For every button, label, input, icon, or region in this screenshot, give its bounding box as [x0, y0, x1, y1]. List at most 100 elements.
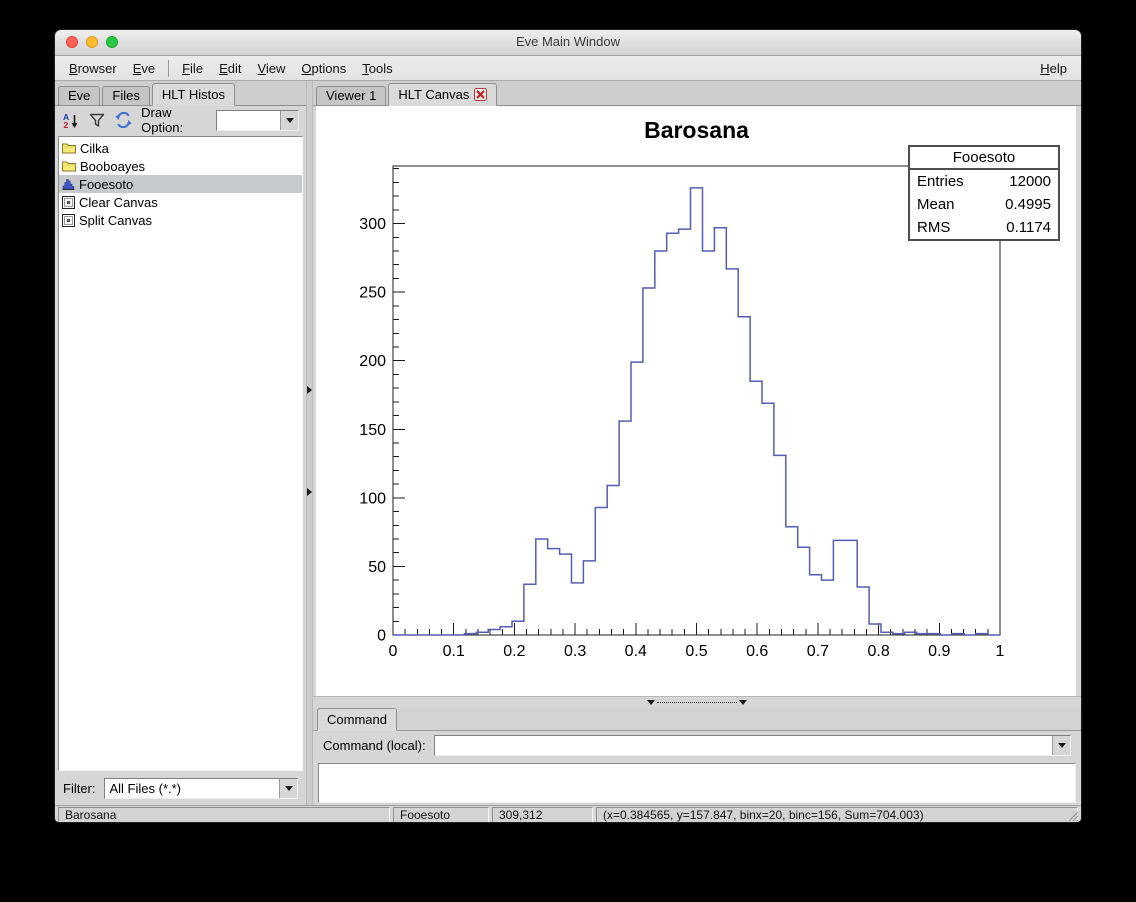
- traffic-lights: [66, 36, 118, 48]
- stats-label: Entries: [917, 170, 964, 193]
- filter-button[interactable]: [88, 110, 105, 130]
- app-window: Eve Main Window Browser Eve File Edit Vi…: [55, 30, 1081, 822]
- close-window-button[interactable]: [66, 36, 78, 48]
- y-axis-ticks: [393, 169, 405, 635]
- browser-toolbar: A 2: [55, 106, 306, 134]
- horizontal-splitter-handle[interactable]: [647, 700, 747, 706]
- draw-option-label: Draw Option:: [141, 105, 207, 135]
- menu-file[interactable]: File: [174, 61, 211, 76]
- command-history-dropdown-button[interactable]: [1052, 736, 1070, 755]
- funnel-icon: [89, 113, 105, 128]
- splitter-dotted-line: [657, 702, 737, 703]
- chart-title: Barosana: [393, 117, 1000, 144]
- menu-tools[interactable]: Tools: [354, 61, 400, 76]
- tab-files[interactable]: Files: [102, 86, 149, 105]
- close-tab-icon[interactable]: [474, 88, 487, 101]
- tree-item-cilka[interactable]: Cilka: [59, 139, 302, 157]
- viewer-panel: Viewer 1 HLT Canvas 00.10.20.30.40.50.60…: [313, 81, 1081, 805]
- stats-value: 0.1174: [1006, 216, 1051, 239]
- minimize-window-button[interactable]: [86, 36, 98, 48]
- folder-icon: [62, 160, 76, 172]
- stats-label: RMS: [917, 216, 950, 239]
- menu-bar: Browser Eve File Edit View Options Tools…: [55, 56, 1081, 81]
- title-bar[interactable]: Eve Main Window: [55, 30, 1081, 56]
- command-output[interactable]: [318, 763, 1076, 803]
- svg-text:0: 0: [389, 643, 398, 660]
- tree-item-fooesoto[interactable]: Fooesoto: [59, 175, 302, 193]
- tab-hlt-canvas[interactable]: HLT Canvas: [388, 83, 497, 106]
- command-input-value: [435, 736, 1052, 755]
- refresh-button[interactable]: [115, 110, 132, 130]
- tab-viewer-1[interactable]: Viewer 1: [316, 86, 386, 105]
- histogram-series: [393, 188, 1000, 635]
- folder-icon: [62, 142, 76, 154]
- canvas-icon: [62, 214, 75, 227]
- tab-viewer-1-label: Viewer 1: [326, 87, 376, 105]
- svg-text:0.8: 0.8: [867, 643, 889, 660]
- splitter-down-arrow-icon: [739, 700, 747, 705]
- menu-help[interactable]: Help: [1032, 61, 1075, 76]
- svg-text:250: 250: [359, 285, 386, 302]
- svg-text:0: 0: [377, 627, 386, 644]
- y-axis-labels: 050100150200250300: [359, 216, 386, 644]
- horizontal-splitter[interactable]: [313, 696, 1081, 708]
- chevron-down-icon: [286, 118, 294, 123]
- svg-text:0.5: 0.5: [685, 643, 707, 660]
- svg-text:150: 150: [359, 422, 386, 439]
- tab-hlt-histos-label: HLT Histos: [162, 84, 225, 105]
- stats-label: Mean: [917, 193, 955, 216]
- tab-eve[interactable]: Eve: [58, 86, 100, 105]
- filter-row: Filter: All Files (*.*): [55, 771, 306, 805]
- svg-text:300: 300: [359, 216, 386, 233]
- menu-eve[interactable]: Eve: [125, 61, 163, 76]
- status-bin-readout: (x=0.384565, y=157.847, binx=20, binc=15…: [596, 807, 1078, 822]
- status-bar: Barosana Fooesoto 309,312 (x=0.384565, y…: [55, 805, 1081, 822]
- filter-select[interactable]: All Files (*.*): [104, 778, 299, 799]
- command-input[interactable]: [434, 735, 1071, 756]
- splitter-right-arrow-icon[interactable]: [307, 386, 312, 394]
- svg-text:0.4: 0.4: [625, 643, 647, 660]
- draw-option-select[interactable]: [216, 110, 299, 131]
- sort-button[interactable]: A 2: [62, 110, 79, 130]
- resize-grip-icon[interactable]: [1066, 809, 1079, 822]
- menu-view[interactable]: View: [249, 61, 293, 76]
- svg-text:0.3: 0.3: [564, 643, 586, 660]
- command-row: Command (local):: [313, 731, 1081, 761]
- tree-item-label: Cilka: [80, 141, 109, 156]
- command-prompt-label: Command (local):: [323, 738, 426, 753]
- viewer-tabstrip: Viewer 1 HLT Canvas: [313, 81, 1081, 106]
- filter-label: Filter:: [63, 781, 96, 796]
- menu-browser[interactable]: Browser: [61, 61, 125, 76]
- tab-hlt-histos[interactable]: HLT Histos: [152, 83, 235, 106]
- filter-dropdown-button[interactable]: [279, 779, 297, 798]
- draw-option-dropdown-button[interactable]: [280, 111, 298, 130]
- stats-row-entries: Entries 12000: [910, 170, 1058, 193]
- svg-text:200: 200: [359, 353, 386, 370]
- tree-item-split-canvas[interactable]: Split Canvas: [59, 211, 302, 229]
- splitter-right-arrow-icon[interactable]: [307, 488, 312, 496]
- status-object-name: Fooesoto: [393, 807, 489, 822]
- menu-options[interactable]: Options: [293, 61, 354, 76]
- vertical-splitter[interactable]: [306, 81, 313, 805]
- tab-files-label: Files: [112, 87, 139, 105]
- chevron-down-icon: [285, 786, 293, 791]
- canvas-icon: [62, 196, 75, 209]
- svg-text:0.9: 0.9: [928, 643, 950, 660]
- stats-box[interactable]: Fooesoto Entries 12000 Mean 0.4995 RMS 0…: [908, 145, 1060, 241]
- window-title: Eve Main Window: [55, 30, 1081, 54]
- tree-item-label: Clear Canvas: [79, 195, 158, 210]
- command-tabstrip: Command: [313, 708, 1081, 731]
- tab-command[interactable]: Command: [317, 708, 397, 731]
- menu-edit[interactable]: Edit: [211, 61, 249, 76]
- zoom-window-button[interactable]: [106, 36, 118, 48]
- histogram-canvas[interactable]: 00.10.20.30.40.50.60.70.80.9105010015020…: [316, 106, 1076, 696]
- tree-item-label: Fooesoto: [79, 177, 133, 192]
- svg-text:0.6: 0.6: [746, 643, 768, 660]
- stats-row-rms: RMS 0.1174: [910, 216, 1058, 239]
- tree-item-clear-canvas[interactable]: Clear Canvas: [59, 193, 302, 211]
- stats-box-title: Fooesoto: [910, 147, 1058, 170]
- svg-text:1: 1: [996, 643, 1005, 660]
- object-tree: Cilka Booboayes Fooesoto: [58, 136, 303, 771]
- tree-item-booboayes[interactable]: Booboayes: [59, 157, 302, 175]
- stats-value: 12000: [1009, 170, 1051, 193]
